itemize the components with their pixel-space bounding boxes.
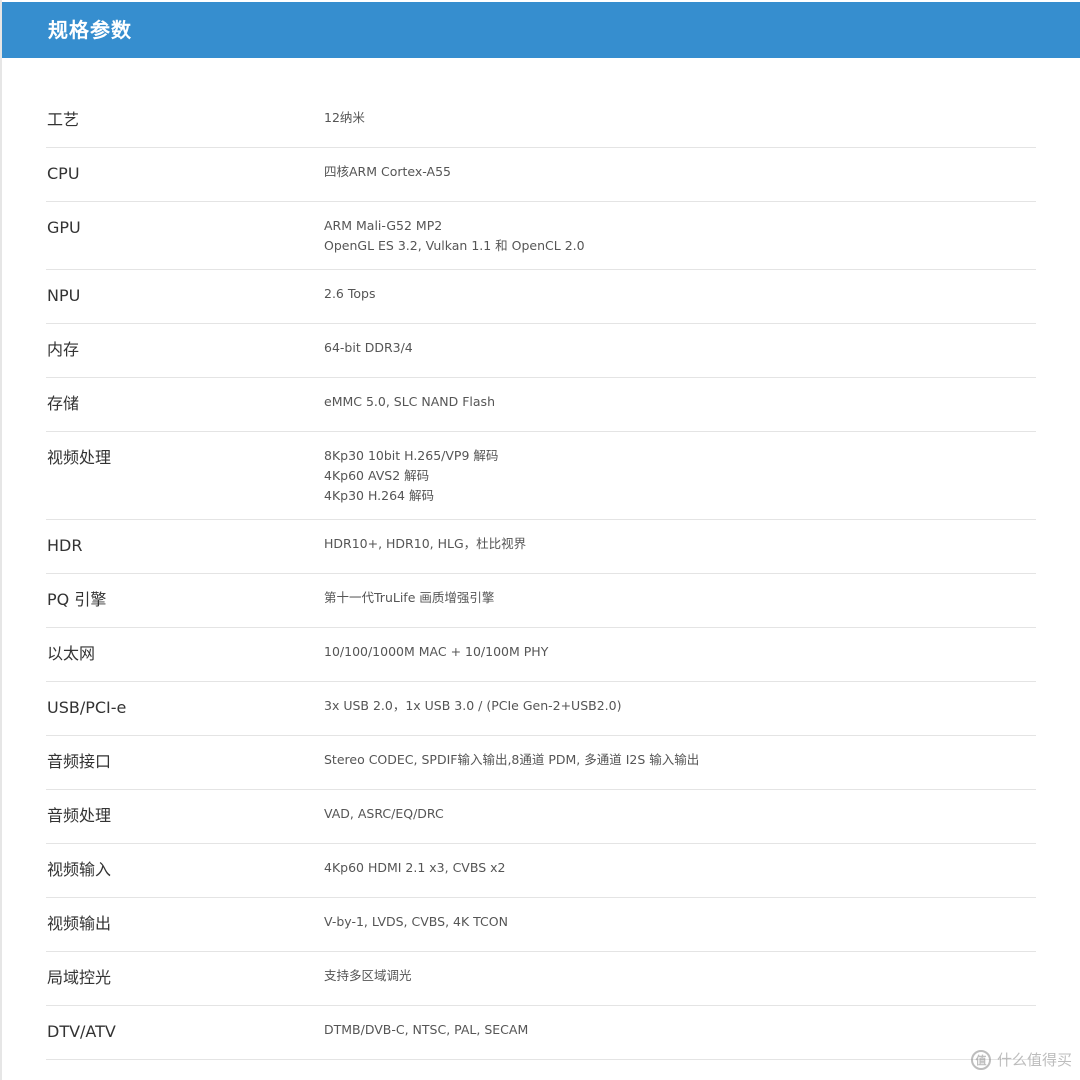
spec-value-line: eMMC 5.0, SLC NAND Flash — [324, 394, 495, 409]
spec-value: 3x USB 2.0，1x USB 3.0 / (PCIe Gen-2+USB2… — [324, 696, 621, 716]
spec-row: GPU ARM Mali-G52 MP2 OpenGL ES 3.2, Vulkan… — [46, 202, 1036, 270]
spec-value-line: 2.6 Tops — [324, 286, 376, 301]
watermark-text: 什么值得买 — [996, 1051, 1072, 1069]
spec-value-line: 4Kp60 HDMI 2.1 x3, CVBS x2 — [324, 860, 506, 875]
spec-row: 视频处理 8Kp30 10bit H.265/VP9 解码 4Kp60 AVS2 解… — [46, 432, 1036, 520]
spec-value-line: 4Kp60 AVS2 解码 — [324, 468, 430, 483]
spec-label: 音频处理 — [47, 806, 112, 825]
spec-label: 以太网 — [47, 644, 96, 663]
spec-label: PQ 引擎 — [47, 590, 107, 609]
spec-value: eMMC 5.0, SLC NAND Flash — [324, 392, 495, 412]
spec-label: HDR — [47, 536, 83, 555]
spec-value: 2.6 Tops — [324, 284, 375, 304]
spec-value: V-by-1, LVDS, CVBS, 4K TCON — [324, 912, 508, 932]
spec-label: GPU — [47, 218, 81, 237]
spec-value: 10/100/1000M MAC + 10/100M PHY — [324, 642, 548, 662]
spec-value-line: 四核ARM Cortex-A55 — [324, 164, 451, 179]
spec-label: 音频接口 — [47, 752, 112, 771]
spec-label: 工艺 — [47, 110, 80, 129]
spec-label: 内存 — [47, 340, 80, 359]
spec-value: VAD, ASRC/EQ/DRC — [324, 804, 444, 824]
spec-value-line: 支持多区域调光 — [324, 968, 412, 983]
spec-row: 视频输出 V-by-1, LVDS, CVBS, 4K TCON — [46, 898, 1036, 952]
spec-value-line: 3x USB 2.0，1x USB 3.0 / (PCIe Gen-2+USB2… — [324, 698, 622, 713]
spec-row: 存储 eMMC 5.0, SLC NAND Flash — [46, 378, 1036, 432]
spec-value: DTMB/DVB-C, NTSC, PAL, SECAM — [324, 1020, 528, 1040]
spec-value: 四核ARM Cortex-A55 — [324, 162, 451, 182]
spec-label: 视频输入 — [47, 860, 112, 879]
spec-value: 4Kp60 HDMI 2.1 x3, CVBS x2 — [324, 858, 505, 878]
spec-value: 64-bit DDR3/4 — [324, 338, 413, 358]
spec-row: 音频处理 VAD, ASRC/EQ/DRC — [46, 790, 1036, 844]
spec-value-line: 8Kp30 10bit H.265/VP9 解码 — [324, 448, 499, 463]
spec-value: ARM Mali-G52 MP2 OpenGL ES 3.2, Vulkan 1.… — [324, 216, 585, 256]
spec-value: 12纳米 — [324, 108, 365, 128]
spec-value: Stereo CODEC, SPDIF输入输出,8通道 PDM, 多通道 I2S… — [324, 750, 699, 770]
spec-label: 视频输出 — [47, 914, 112, 933]
spec-value-line: HDR10+, HDR10, HLG，杜比视界 — [324, 536, 527, 551]
spec-value-line: ARM Mali-G52 MP2 — [324, 218, 443, 233]
spec-row: 以太网 10/100/1000M MAC + 10/100M PHY — [46, 628, 1036, 682]
spec-value-line: 12纳米 — [324, 110, 365, 125]
spec-value: 第十一代TruLife 画质增强引擎 — [324, 588, 494, 608]
spec-label: 视频处理 — [47, 448, 112, 467]
spec-row: NPU 2.6 Tops — [46, 270, 1036, 324]
section-title: 规格参数 — [48, 18, 132, 42]
spec-table: 工艺 12纳米 CPU 四核ARM Cortex-A55 GPU ARM Mali-G52… — [46, 94, 1036, 1060]
spec-label: 局域控光 — [47, 968, 112, 987]
spec-value-line: 10/100/1000M MAC + 10/100M PHY — [324, 644, 549, 659]
spec-row: PQ 引擎 第十一代TruLife 画质增强引擎 — [46, 574, 1036, 628]
spec-value: HDR10+, HDR10, HLG，杜比视界 — [324, 534, 526, 554]
spec-value-line: V-by-1, LVDS, CVBS, 4K TCON — [324, 914, 508, 929]
spec-label: 存储 — [47, 394, 80, 413]
spec-value-line: Stereo CODEC, SPDIF输入输出,8通道 PDM, 多通道 I2S… — [324, 752, 700, 767]
spec-value-line: VAD, ASRC/EQ/DRC — [324, 806, 444, 821]
spec-row: 视频输入 4Kp60 HDMI 2.1 x3, CVBS x2 — [46, 844, 1036, 898]
spec-row: 工艺 12纳米 — [46, 94, 1036, 148]
spec-value-line: 64-bit DDR3/4 — [324, 340, 413, 355]
spec-row: CPU 四核ARM Cortex-A55 — [46, 148, 1036, 202]
spec-label: CPU — [47, 164, 80, 183]
spec-row: 局域控光 支持多区域调光 — [46, 952, 1036, 1006]
spec-value: 8Kp30 10bit H.265/VP9 解码 4Kp60 AVS2 解码 4Kp… — [324, 446, 498, 506]
spec-label: DTV/ATV — [47, 1022, 116, 1041]
spec-value: 支持多区域调光 — [324, 966, 412, 986]
spec-row: USB/PCI-e 3x USB 2.0，1x USB 3.0 / (PCIe G… — [46, 682, 1036, 736]
left-border — [0, 0, 2, 1080]
section-header: 规格参数 — [2, 2, 1080, 58]
spec-row: 音频接口 Stereo CODEC, SPDIF输入输出,8通道 PDM, 多通道… — [46, 736, 1036, 790]
watermark: 值 什么值得买 — [970, 1049, 1072, 1070]
spec-value-line: 第十一代TruLife 画质增强引擎 — [324, 590, 495, 605]
spec-label: NPU — [47, 286, 81, 305]
spec-value-line: OpenGL ES 3.2, Vulkan 1.1 和 OpenCL 2.0 — [324, 238, 585, 253]
spec-value-line: 4Kp30 H.264 解码 — [324, 488, 434, 503]
spec-row: HDR HDR10+, HDR10, HLG，杜比视界 — [46, 520, 1036, 574]
spec-row: DTV/ATV DTMB/DVB-C, NTSC, PAL, SECAM — [46, 1006, 1036, 1060]
spec-label: USB/PCI-e — [47, 698, 127, 717]
spec-row: 内存 64-bit DDR3/4 — [46, 324, 1036, 378]
watermark-logo-icon: 值 — [970, 1049, 991, 1070]
spec-value-line: DTMB/DVB-C, NTSC, PAL, SECAM — [324, 1022, 529, 1037]
